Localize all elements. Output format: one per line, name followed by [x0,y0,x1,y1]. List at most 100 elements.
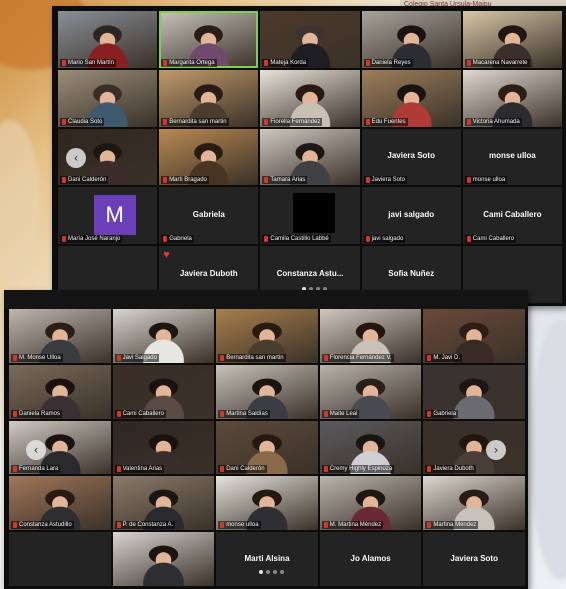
participant-name: María José Naranjo [68,236,121,243]
page-dot[interactable] [265,569,270,574]
participant-tile[interactable]: Daniela Reyes [361,11,461,68]
page-dot[interactable] [279,569,284,574]
participant-tile[interactable]: Valentina Arias [112,420,215,475]
participant-nametag: Daniela Reyes [363,58,413,67]
participant-tile[interactable]: Mario San Martín [58,11,158,68]
participant-tile[interactable]: Marti Alsina [216,532,318,586]
participant-tile[interactable]: Maite Leal [319,364,422,419]
participant-display-name: Javiera Duboth [179,268,238,278]
participant-tile[interactable]: Camila Castillo Labbé [260,187,360,245]
participant-name: Daniela Ramos [19,410,61,417]
participant-tile[interactable] [112,532,215,586]
participant-name: Martina Saldías [226,410,268,417]
participant-tile[interactable]: Javiera Soto Javiera Soto [361,128,461,186]
participant-tile[interactable]: M. Monse Ulloa [9,309,111,363]
previous-page-arrow-icon[interactable]: ‹ [66,148,86,168]
participant-display-name: Javiera Soto [387,151,435,161]
participant-grid-2: M. Monse Ulloa Javi Salgado Bernardita san… [9,309,525,586]
participant-tile[interactable]: Cami Caballero Cami Caballero [462,187,562,245]
muted-mic-icon [116,522,121,529]
muted-mic-icon [323,522,328,529]
muted-mic-icon [264,118,269,125]
participant-display-name: javi salgado [388,210,435,220]
participant-nametag: Cami Caballero [114,409,166,418]
participant-nametag: Macarena Navarrete [464,58,530,67]
participant-name: Cami Caballero [122,410,164,417]
muted-mic-icon [62,236,66,243]
participant-tile[interactable]: Victoria Ahumada [462,69,562,127]
participant-nametag: Cremy Highly Espinoza [321,465,395,474]
page-dot[interactable] [272,569,277,574]
participant-nametag: Bernardita san martin [218,353,286,362]
participant-tile[interactable]: Margarita Ortega [159,11,259,68]
participant-tile[interactable]: Martina Saldías [216,364,318,419]
muted-mic-icon [220,522,225,529]
participant-name: Dani Calderón [226,466,265,473]
participant-tile[interactable]: M. Martina Méndez [319,476,422,531]
participant-grid-1: Mario San Martín Margarita Ortega Mateja K… [58,11,562,303]
participant-name: Claudia Soto [68,118,103,125]
participant-tile[interactable]: Edu Fuentes [361,69,461,127]
participant-display-name: Constanza Astu... [276,268,344,278]
participant-nametag: M. Javi D. [425,353,463,362]
muted-mic-icon [163,59,168,66]
muted-mic-icon [13,410,17,417]
window-top-strip [4,290,528,309]
participant-tile[interactable]: P. de Constanza A. [112,476,215,531]
participant-nametag: Florencia Fernández V. [321,353,394,362]
participant-tile[interactable]: Florencia Fernández V. [319,309,422,363]
participant-nametag: M. Monse Ulloa [11,353,63,362]
participant-tile[interactable]: Fernanda Lara [9,420,111,475]
participant-name: M. Monse Ulloa [19,354,61,361]
participant-name: Bernardita san martin [226,354,284,361]
participant-tile[interactable]: M. Javi D. [423,309,525,363]
participant-name: Marti Bragado [169,177,207,184]
participant-tile[interactable]: Javiera Duboth [423,420,525,475]
muted-mic-icon [427,354,432,361]
participant-name: Fernanda Lara [19,466,59,473]
participant-tile[interactable]: Jo Alamos [319,532,422,586]
zoom-gallery-screen-2: M. Monse Ulloa Javi Salgado Bernardita san… [4,290,528,589]
participant-tile[interactable]: Claudia Soto [58,69,158,127]
muted-mic-icon [365,177,370,184]
participant-nametag: Camila Castillo Labbé [262,235,331,244]
participant-tile[interactable]: Tamara Arias [260,128,360,186]
participant-nametag: Mateja Korda [262,58,309,67]
participant-nametag: Daniela Ramos [11,409,63,418]
participant-tile[interactable]: Cremy Highly Espinoza [319,420,422,475]
participant-tile[interactable]: Cami Caballero [112,364,215,419]
participant-display-name: Gabriela [192,210,225,220]
muted-mic-icon [220,354,225,361]
participant-tile[interactable]: Gabriela [423,364,525,419]
participant-tile[interactable]: monse ulloa monse ulloa [462,128,562,186]
participant-tile[interactable]: Daniela Ramos [9,364,111,419]
participant-nametag: Margarita Ortega [161,58,217,67]
participant-tile[interactable]: M María José Naranjo [58,187,158,245]
participant-name: Florencia Fernández V. [329,354,392,361]
participant-tile[interactable]: Macarena Navarrete [462,11,562,68]
participant-tile[interactable]: Mateja Korda [260,11,360,68]
participant-tile[interactable]: Gabriela Gabriela [159,187,259,245]
participant-tile[interactable]: Dani Calderón [216,420,318,475]
participant-tile[interactable]: Bernardita san martin [159,69,259,127]
participant-tile[interactable]: Javi Salgado [112,309,215,363]
participant-tile[interactable]: Fiorella Fernández [260,69,360,127]
participant-name: Valentina Arias [122,466,163,473]
muted-mic-icon [163,177,168,184]
participant-tile[interactable]: Marti Bragado [159,128,259,186]
muted-mic-icon [466,236,471,243]
page-dot[interactable] [258,569,263,574]
next-page-arrow-icon[interactable]: › [486,440,506,460]
participant-name: Cami Caballero [472,236,515,243]
participant-tile[interactable]: Bernardita san martin [216,309,318,363]
participant-name: Gabriela [169,236,192,243]
participant-tile[interactable]: Martina Méndez [423,476,525,531]
participant-tile[interactable]: Javiera Soto [423,532,525,586]
participant-tile[interactable]: Constanza Astudillo [9,476,111,531]
previous-page-arrow-icon[interactable]: ‹ [26,440,46,460]
participant-tile[interactable]: monse ulloa [216,476,318,531]
muted-mic-icon [264,177,269,184]
participant-name: Mateja Korda [270,59,307,66]
page-indicator-dots[interactable] [258,569,284,574]
participant-tile[interactable]: javi salgado javi salgado [361,187,461,245]
